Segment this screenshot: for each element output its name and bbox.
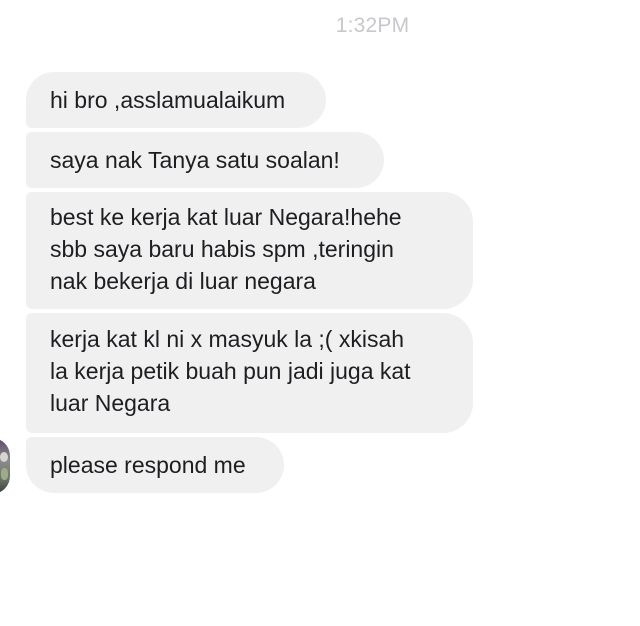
message-bubble[interactable]: saya nak Tanya satu soalan! <box>26 132 384 188</box>
message-bubble[interactable]: kerja kat kl ni x masyuk la ;( xkisah la… <box>26 313 473 433</box>
message-bubble[interactable]: best ke kerja kat luar Negara!hehe sbb s… <box>26 192 473 309</box>
avatar-image-detail <box>0 452 8 462</box>
message-timestamp: 1:32PM <box>335 14 410 37</box>
sender-avatar[interactable] <box>0 438 10 494</box>
message-bubble[interactable]: hi bro ,asslamualaikum <box>26 72 326 128</box>
message-thread: hi bro ,asslamualaikum saya nak Tanya sa… <box>26 72 473 497</box>
avatar-image-detail <box>1 468 8 480</box>
message-bubble[interactable]: please respond me <box>26 437 284 493</box>
